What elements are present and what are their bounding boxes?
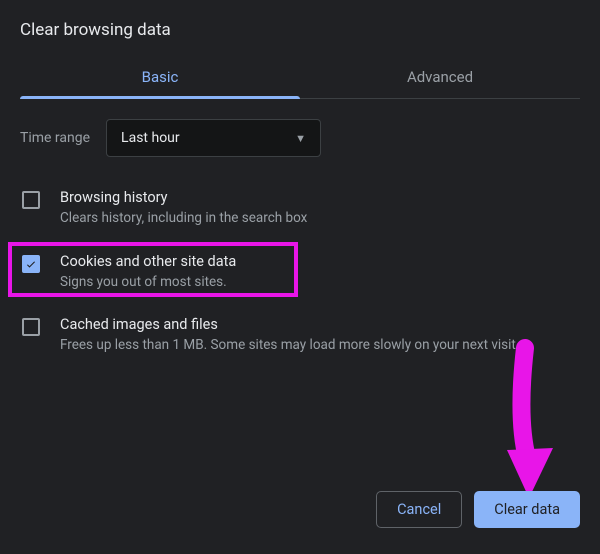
- option-cookies[interactable]: Cookies and other site data Signs you ou…: [20, 247, 580, 299]
- option-text: Cached images and files Frees up less th…: [60, 316, 578, 356]
- option-desc: Frees up less than 1 MB. Some sites may …: [60, 336, 578, 356]
- option-text: Browsing history Clears history, includi…: [60, 189, 578, 229]
- clear-data-button-label: Clear data: [494, 501, 560, 518]
- dialog-footer: Cancel Clear data: [376, 491, 580, 528]
- option-title: Cookies and other site data: [60, 253, 578, 270]
- option-desc: Clears history, including in the search …: [60, 209, 578, 229]
- option-title: Cached images and files: [60, 316, 578, 333]
- checkbox-cookies[interactable]: [22, 255, 40, 273]
- time-range-label: Time range: [20, 130, 90, 146]
- cancel-button[interactable]: Cancel: [376, 491, 462, 528]
- option-browsing-history[interactable]: Browsing history Clears history, includi…: [20, 183, 580, 235]
- option-title: Browsing history: [60, 189, 578, 206]
- checkbox-browsing-history[interactable]: [22, 191, 40, 209]
- time-range-value: Last hour: [121, 130, 180, 146]
- time-range-select[interactable]: Last hour ▼: [106, 119, 321, 157]
- check-icon: [25, 258, 37, 270]
- cancel-button-label: Cancel: [397, 501, 441, 518]
- option-text: Cookies and other site data Signs you ou…: [60, 253, 578, 293]
- tab-advanced-label: Advanced: [407, 68, 473, 86]
- tab-bar: Basic Advanced: [20, 58, 580, 99]
- clear-browsing-data-dialog: Clear browsing data Basic Advanced Time …: [0, 0, 600, 362]
- tab-advanced[interactable]: Advanced: [300, 58, 580, 98]
- tab-basic-label: Basic: [142, 68, 179, 86]
- checkbox-cached[interactable]: [22, 318, 40, 336]
- clear-data-button[interactable]: Clear data: [474, 491, 580, 528]
- dialog-title: Clear browsing data: [20, 20, 580, 40]
- annotation-arrow-icon: [505, 338, 565, 508]
- time-range-row: Time range Last hour ▼: [20, 119, 580, 157]
- option-desc: Signs you out of most sites.: [60, 273, 578, 293]
- options-list: Browsing history Clears history, includi…: [20, 183, 580, 362]
- chevron-down-icon: ▼: [295, 132, 306, 145]
- option-cached[interactable]: Cached images and files Frees up less th…: [20, 310, 580, 362]
- tab-basic[interactable]: Basic: [20, 58, 300, 98]
